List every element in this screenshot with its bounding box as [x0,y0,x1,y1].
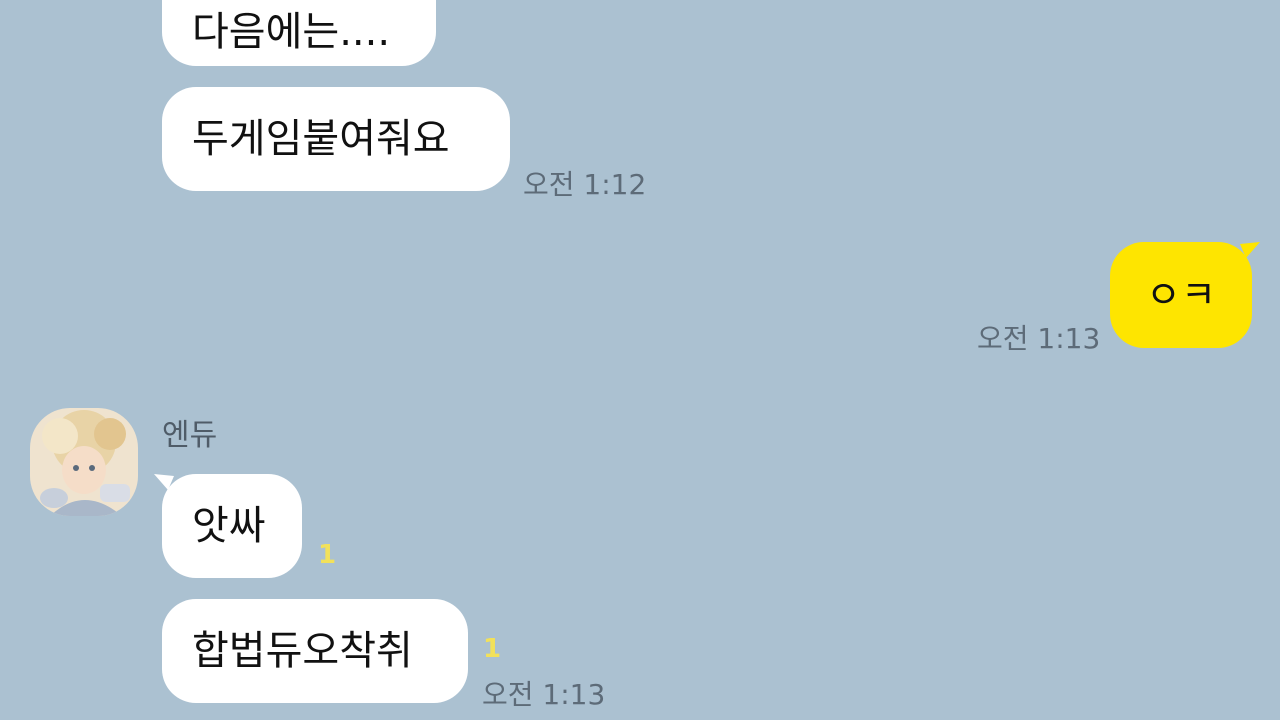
chat-message-list[interactable]: 다음에는.... 두게임붙여줘요 오전 1:12 ㅇㅋ 오전 1:13 엔듀 앗 [0,0,1280,720]
message-text: 합법듀오착취 [192,628,413,674]
message-timestamp: 오전 1:12 [523,168,647,201]
message-text: ㅇㅋ [1146,273,1216,317]
message-timestamp: 오전 1:13 [977,322,1101,355]
message-bubble[interactable]: 두게임붙여줘요 [162,87,510,191]
message-bubble-outgoing[interactable]: ㅇㅋ [1110,242,1252,348]
sender-name: 엔듀 [162,418,218,453]
message-text: 다음에는.... [192,9,391,55]
message-text: 두게임붙여줘요 [192,116,450,162]
message-bubble[interactable]: 앗싸 [162,474,302,578]
bubble-tail-icon [1240,242,1260,258]
message-bubble[interactable]: 합법듀오착취 [162,599,468,703]
message-bubble[interactable]: 다음에는.... [162,0,436,66]
message-text: 앗싸 [192,503,266,549]
message-timestamp: 오전 1:13 [482,678,606,711]
unread-count: 1 [318,540,337,570]
profile-avatar-icon[interactable] [30,408,138,516]
unread-count: 1 [483,634,502,664]
